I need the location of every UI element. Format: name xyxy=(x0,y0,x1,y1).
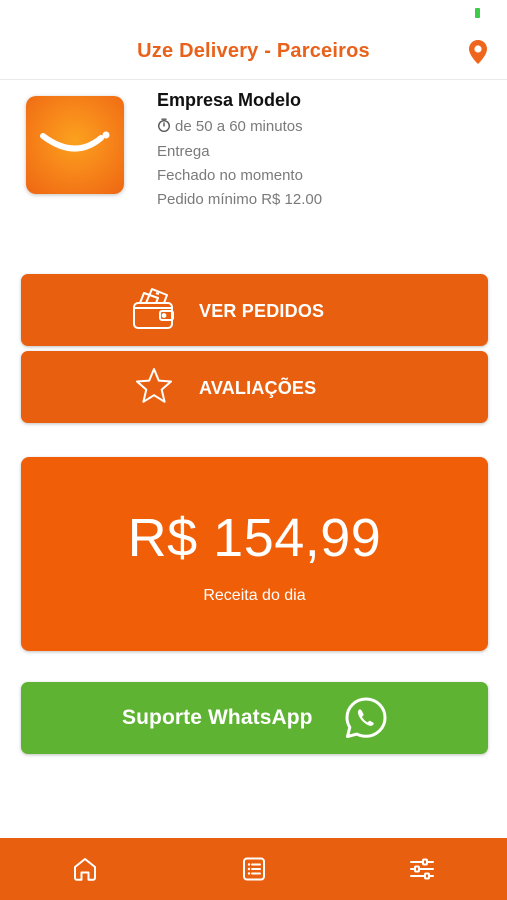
page-title: Uze Delivery - Parceiros xyxy=(137,40,370,62)
whatsapp-support-label: Suporte WhatsApp xyxy=(122,706,313,729)
settings-sliders-icon[interactable] xyxy=(408,855,436,883)
reviews-label: AVALIAÇÕES xyxy=(199,378,317,398)
whatsapp-support-button[interactable]: Suporte WhatsApp xyxy=(21,682,488,754)
wallet-icon xyxy=(133,288,174,329)
list-icon[interactable] xyxy=(240,855,268,883)
delivery-type: Entrega xyxy=(157,143,210,160)
min-order: Pedido mínimo R$ 12.00 xyxy=(157,191,323,208)
revenue-value: R$ 154,99 xyxy=(127,508,382,568)
smile-logo-icon xyxy=(40,131,110,152)
reviews-button[interactable]: AVALIAÇÕES xyxy=(21,351,488,423)
store-status: Fechado no momento xyxy=(157,167,303,184)
battery-icon xyxy=(475,8,480,18)
star-icon xyxy=(136,368,172,403)
map-pin-icon[interactable] xyxy=(468,39,488,65)
status-bar xyxy=(0,0,507,26)
revenue-label: Receita do dia xyxy=(203,587,306,604)
delivery-time-text: de 50 a 60 minutos xyxy=(175,118,303,135)
view-orders-label: VER PEDIDOS xyxy=(199,301,325,321)
daily-revenue-card: R$ 154,99 Receita do dia xyxy=(21,457,488,651)
timer-icon xyxy=(158,118,170,132)
store-name: Empresa Modelo xyxy=(157,90,302,110)
whatsapp-icon xyxy=(345,697,387,738)
store-info: Empresa Modelo de 50 a 60 minutos Entreg… xyxy=(0,88,507,218)
bottom-tab-bar xyxy=(0,838,507,900)
store-logo xyxy=(26,96,124,194)
view-orders-button[interactable]: VER PEDIDOS xyxy=(21,274,488,346)
delivery-time: de 50 a 60 minutos xyxy=(157,118,303,135)
home-icon[interactable] xyxy=(71,855,99,883)
app-header: Uze Delivery - Parceiros xyxy=(0,26,507,80)
